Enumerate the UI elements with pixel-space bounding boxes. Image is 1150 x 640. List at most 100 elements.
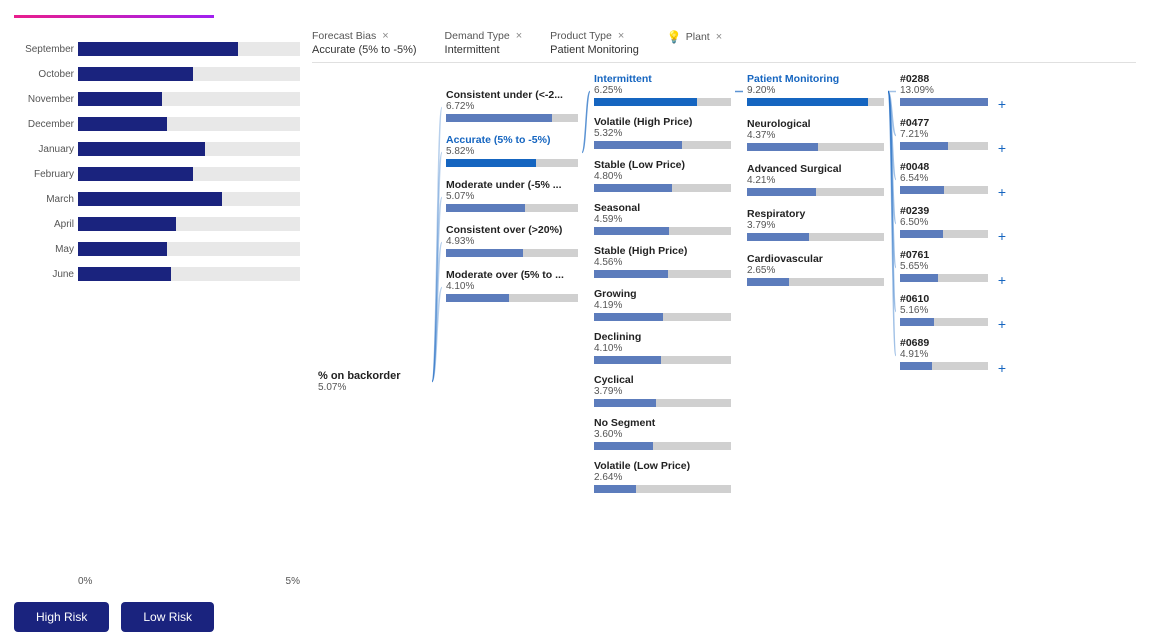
demand-node-bar-track [594, 485, 731, 493]
product-node[interactable]: Patient Monitoring 9.20% [743, 71, 888, 112]
plant-node-bar-fill [900, 318, 934, 326]
filter-forecast-bias-value: Accurate (5% to -5%) [312, 44, 417, 56]
bar-month-label: February [16, 169, 74, 180]
demand-node-label: Seasonal [594, 202, 731, 214]
bar-month-label: October [16, 69, 74, 80]
plant-expand-button[interactable]: + [998, 316, 1006, 332]
bar-chart-area: September October November December Janu… [14, 38, 304, 590]
demand-node[interactable]: Seasonal 4.59% [590, 200, 735, 241]
product-node[interactable]: Advanced Surgical 4.21% [743, 161, 888, 202]
demand-node[interactable]: Intermittent 6.25% [590, 71, 735, 112]
forecast-node[interactable]: Consistent under (<-2... 6.72% [442, 87, 582, 128]
demand-node-value: 4.19% [594, 300, 731, 311]
filter-product-type-close[interactable]: × [618, 30, 624, 42]
backorder-node[interactable]: % on backorder 5.07% [312, 366, 432, 397]
plant-node[interactable]: #0610 5.16% [896, 291, 992, 332]
plant-node-label: #0288 [900, 73, 988, 85]
forecast-node[interactable]: Consistent over (>20%) 4.93% [442, 222, 582, 263]
plant-expand-button[interactable]: + [998, 184, 1006, 200]
demand-node-label: Intermittent [594, 73, 731, 85]
demand-node-bar-track [594, 184, 731, 192]
plant-node[interactable]: #0048 6.54% [896, 159, 992, 200]
bar-chart-inner: September October November December Janu… [16, 38, 304, 590]
bar-track [78, 142, 300, 156]
plant-expand-button[interactable]: + [998, 96, 1006, 112]
bar-row: February [16, 163, 300, 185]
plant-node-value: 6.54% [900, 173, 988, 184]
x-tick-5pct: 5% [286, 576, 300, 587]
demand-node-value: 5.32% [594, 128, 731, 139]
product-node-value: 2.65% [747, 265, 884, 276]
demand-node-value: 4.10% [594, 343, 731, 354]
plant-node-value: 5.16% [900, 305, 988, 316]
bar-track [78, 117, 300, 131]
forecast-node-label: Moderate over (5% to ... [446, 269, 578, 281]
demand-node-value: 3.79% [594, 386, 731, 397]
bar-row: May [16, 238, 300, 260]
bar-fill [78, 217, 176, 231]
backorder-label: % on backorder [318, 370, 426, 382]
product-node[interactable]: Neurological 4.37% [743, 116, 888, 157]
plant-node[interactable]: #0288 13.09% [896, 71, 992, 112]
title-area [14, 12, 1136, 18]
product-node-bar-fill [747, 188, 816, 196]
bar-fill [78, 42, 238, 56]
product-node[interactable]: Cardiovascular 2.65% [743, 251, 888, 292]
demand-node[interactable]: Stable (High Price) 4.56% [590, 243, 735, 284]
filter-forecast-bias-label: Forecast Bias [312, 30, 376, 42]
plant-node-bar-track [900, 274, 988, 282]
plant-node-bar-track [900, 230, 988, 238]
forecast-node[interactable]: Moderate over (5% to ... 4.10% [442, 267, 582, 308]
x-ticks: 0% 5% [78, 576, 304, 587]
filter-forecast-bias: Forecast Bias × Accurate (5% to -5%) [312, 30, 417, 56]
demand-node[interactable]: Volatile (Low Price) 2.64% [590, 458, 735, 499]
demand-node-value: 4.56% [594, 257, 731, 268]
filter-product-type-label: Product Type [550, 30, 612, 42]
plant-node[interactable]: #0761 5.65% [896, 247, 992, 288]
demand-node-label: Growing [594, 288, 731, 300]
product-node-bar-track [747, 233, 884, 241]
plant-node-value: 13.09% [900, 85, 988, 96]
filter-forecast-bias-close[interactable]: × [382, 30, 388, 42]
bar-month-label: December [16, 119, 74, 130]
forecast-node[interactable]: Accurate (5% to -5%) 5.82% [442, 132, 582, 173]
plant-expand-button[interactable]: + [998, 360, 1006, 376]
plant-node-bar-fill [900, 230, 943, 238]
plant-expand-button[interactable]: + [998, 140, 1006, 156]
plant-node[interactable]: #0689 4.91% [896, 335, 992, 376]
plant-node[interactable]: #0477 7.21% [896, 115, 992, 156]
bar-track [78, 217, 300, 231]
bar-fill [78, 67, 193, 81]
demand-node-label: Volatile (Low Price) [594, 460, 731, 472]
demand-node[interactable]: Growing 4.19% [590, 286, 735, 327]
forecast-node[interactable]: Moderate under (-5% ... 5.07% [442, 177, 582, 218]
plant-node-value: 5.65% [900, 261, 988, 272]
demand-node[interactable]: Declining 4.10% [590, 329, 735, 370]
low-risk-button[interactable]: Low Risk [121, 602, 214, 632]
title-underline [14, 15, 214, 18]
plant-expand-button[interactable]: + [998, 272, 1006, 288]
forecast-node-bar-fill [446, 159, 536, 167]
plant-expand-button[interactable]: + [998, 228, 1006, 244]
forecast-node-bar-track [446, 159, 578, 167]
plant-row: #0239 6.50% + [896, 203, 1006, 244]
forecast-node-bar-track [446, 204, 578, 212]
demand-node[interactable]: Volatile (High Price) 5.32% [590, 114, 735, 155]
plant-node-label: #0239 [900, 205, 988, 217]
filter-demand-type: Demand Type × Intermittent [445, 30, 523, 56]
demand-node[interactable]: Cyclical 3.79% [590, 372, 735, 413]
plant-node[interactable]: #0239 6.50% [896, 203, 992, 244]
product-node[interactable]: Respiratory 3.79% [743, 206, 888, 247]
product-node-label: Neurological [747, 118, 884, 130]
filter-plant-close[interactable]: × [716, 31, 722, 43]
filter-demand-type-close[interactable]: × [516, 30, 522, 42]
high-risk-button[interactable]: High Risk [14, 602, 109, 632]
product-node-label: Cardiovascular [747, 253, 884, 265]
filter-plant: 💡 Plant × [667, 30, 722, 46]
demand-node-bar-track [594, 356, 731, 364]
bar-track [78, 67, 300, 81]
demand-node[interactable]: No Segment 3.60% [590, 415, 735, 456]
bar-track [78, 42, 300, 56]
demand-node[interactable]: Stable (Low Price) 4.80% [590, 157, 735, 198]
plant-row: #0761 5.65% + [896, 247, 1006, 288]
